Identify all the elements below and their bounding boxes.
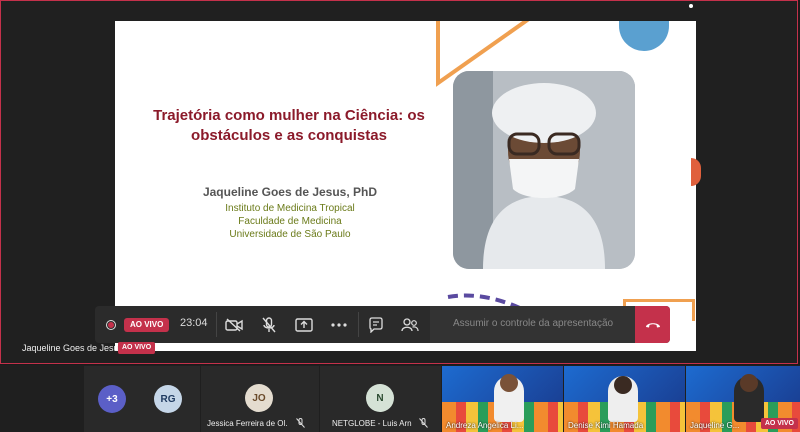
participants-button[interactable] <box>397 312 423 337</box>
share-tray-icon <box>295 317 313 332</box>
hang-up-icon <box>645 322 660 327</box>
avatar: N <box>366 384 394 412</box>
meeting-control-bar: AO VIVO 23:04 Assumir o controle da apre… <box>95 306 670 343</box>
record-icon <box>106 319 116 330</box>
more-icon <box>331 322 347 327</box>
participant-video[interactable]: Denise Kimi Hamada <box>564 366 685 432</box>
avatar: JO <box>245 384 273 412</box>
participant-head <box>740 374 758 392</box>
mic-off-icon <box>262 316 276 332</box>
mic-toggle-button[interactable] <box>256 312 282 337</box>
participant-name: Jessica Ferreira de Ol... <box>207 419 287 428</box>
slide-affiliation: Universidade de São Paulo <box>229 229 351 240</box>
people-icon <box>401 317 419 331</box>
live-badge: AO VIVO <box>760 418 798 429</box>
overflow-count: +3 <box>98 385 126 413</box>
circle-decoration <box>619 21 669 51</box>
chat-button[interactable] <box>363 312 389 337</box>
take-control-button[interactable]: Assumir o controle da apresentação <box>453 318 613 329</box>
slide-author: Jaqueline Goes de Jesus, PhD <box>202 185 378 199</box>
slide-affiliation: Instituto de Medicina Tropical <box>225 203 355 214</box>
meeting-timer: 23:04 <box>180 317 208 329</box>
mic-off-icon <box>296 418 305 428</box>
slide-affiliation: Faculdade de Medicina <box>238 216 342 227</box>
participant-name: NETGLOBE - Luis Arn... <box>332 419 412 428</box>
presenter-live-badge: AO VIVO <box>118 342 156 354</box>
divider <box>358 312 359 337</box>
speaker-photo <box>453 71 635 269</box>
chat-icon <box>369 316 383 333</box>
participant-head <box>500 374 518 392</box>
slide-title: Trajetória como mulher na Ciência: os ob… <box>153 107 425 144</box>
live-badge: AO VIVO <box>124 318 170 332</box>
participant-name: Denise Kimi Hamada <box>568 421 644 430</box>
mic-off-icon <box>419 418 428 428</box>
recording-indicator <box>103 306 119 343</box>
avatar: RG <box>154 385 182 413</box>
indicator-dot <box>689 4 693 8</box>
presenter-name: Jaqueline Goes de Jesus <box>22 343 124 353</box>
participant-video[interactable]: Andreza Angelica Li... <box>442 366 563 432</box>
participant-video[interactable]: Jaqueline G... AO VIVO <box>686 366 800 432</box>
leave-call-button[interactable] <box>635 306 670 343</box>
share-screen-button[interactable] <box>291 312 317 337</box>
participant-head <box>614 376 632 394</box>
more-actions-button[interactable] <box>326 312 352 337</box>
overflow-tile[interactable]: +3 RG <box>84 366 200 432</box>
participant-name: Jaqueline G... <box>690 421 740 430</box>
participant-name: Andreza Angelica Li... <box>446 421 524 430</box>
camera-toggle-button[interactable] <box>221 312 247 337</box>
half-circle-decoration <box>691 158 701 186</box>
divider <box>216 312 217 337</box>
camera-off-icon <box>225 317 243 332</box>
presentation-slide: Trajetória como mulher na Ciência: os ob… <box>115 21 696 351</box>
